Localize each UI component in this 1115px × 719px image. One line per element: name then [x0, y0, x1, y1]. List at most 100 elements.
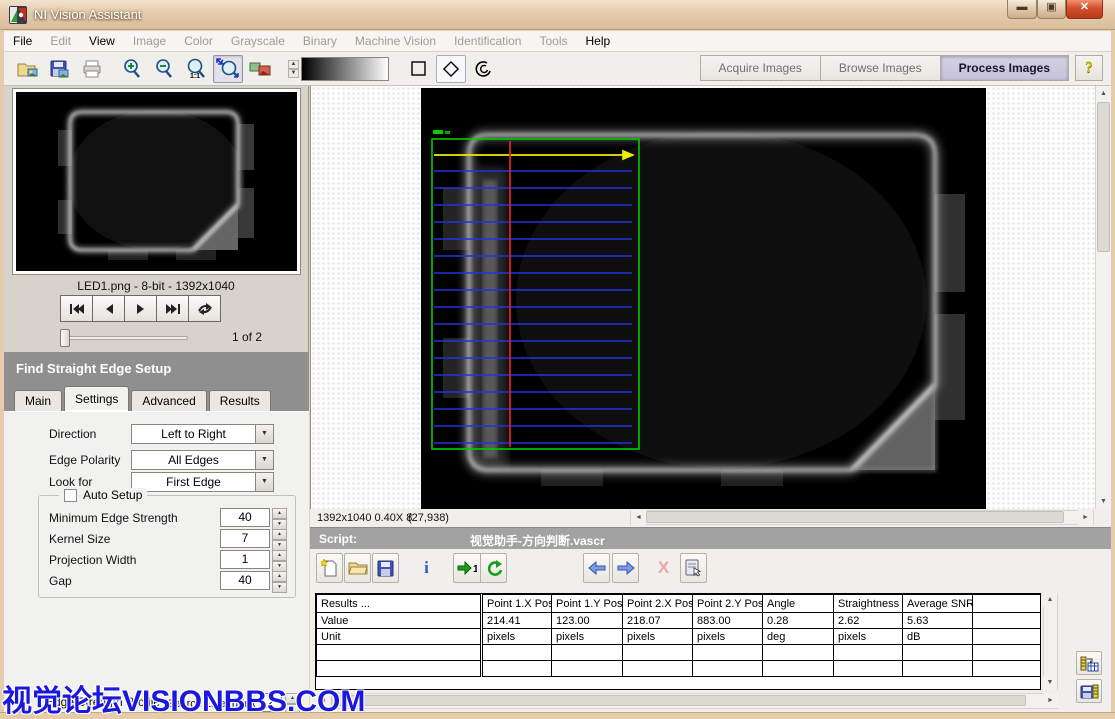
- roi-rectangle-icon[interactable]: [404, 55, 434, 83]
- close-button[interactable]: ✕: [1066, 0, 1103, 19]
- results-header-cell[interactable]: Point 1.Y Pos: [552, 595, 623, 613]
- image-position-slider[interactable]: [62, 336, 188, 340]
- roi-rotated-rect-icon[interactable]: [436, 55, 466, 83]
- results-cell[interactable]: [317, 661, 482, 677]
- process-images-button[interactable]: Process Images: [940, 55, 1069, 81]
- results-vertical-scrollbar[interactable]: ▲ ▼: [1043, 593, 1058, 690]
- chevron-down-icon[interactable]: ▼: [255, 451, 273, 469]
- menu-item-grayscale[interactable]: Grayscale: [222, 31, 294, 51]
- results-cell[interactable]: [973, 629, 1041, 645]
- results-cell[interactable]: [763, 661, 834, 677]
- results-cell[interactable]: [482, 645, 552, 661]
- zoom-out-icon[interactable]: [149, 55, 179, 83]
- menu-item-image[interactable]: Image: [124, 31, 175, 51]
- scroll-up-icon[interactable]: ▲: [1096, 86, 1111, 101]
- results-cell[interactable]: [317, 645, 482, 661]
- results-cell[interactable]: [482, 661, 552, 677]
- results-cell[interactable]: Value: [317, 613, 482, 629]
- results-cell[interactable]: [973, 645, 1041, 661]
- results-header-cell[interactable]: Point 2.Y Pos: [693, 595, 763, 613]
- slider-thumb[interactable]: [60, 329, 70, 347]
- menu-item-tools[interactable]: Tools: [530, 31, 576, 51]
- menu-item-color[interactable]: Color: [175, 31, 222, 51]
- contrast-spinner[interactable]: ▲▼: [288, 60, 299, 78]
- led-main-image[interactable]: [421, 88, 986, 509]
- delete-step-icon[interactable]: X: [650, 553, 677, 583]
- results-header-cell[interactable]: Results ...: [317, 595, 482, 613]
- results-cell[interactable]: Unit: [317, 629, 482, 645]
- results-header-cell[interactable]: Angle: [763, 595, 834, 613]
- results-cell[interactable]: [552, 645, 623, 661]
- edge-polarity-select[interactable]: All Edges ▼: [131, 450, 274, 470]
- menu-item-edit[interactable]: Edit: [41, 31, 80, 51]
- results-cell[interactable]: 5.63: [903, 613, 973, 629]
- menu-item-view[interactable]: View: [80, 31, 124, 51]
- results-header-cell[interactable]: [973, 595, 1041, 613]
- new-script-icon[interactable]: [316, 553, 343, 583]
- results-header-cell[interactable]: Point 2.X Pos: [623, 595, 693, 613]
- results-cell[interactable]: [973, 661, 1041, 677]
- maximize-button[interactable]: ▣: [1037, 0, 1066, 19]
- zoom-to-fit-icon[interactable]: [213, 55, 243, 83]
- scroll-right-icon[interactable]: ►: [1043, 693, 1058, 708]
- results-cell[interactable]: [552, 661, 623, 677]
- tab-results[interactable]: Results: [209, 390, 271, 411]
- results-cell[interactable]: [763, 645, 834, 661]
- send-results-to-table-icon[interactable]: [1076, 651, 1102, 675]
- save-script-icon[interactable]: [372, 553, 399, 583]
- step-back-icon[interactable]: [583, 553, 610, 583]
- results-header-cell[interactable]: Point 1.X Pos: [482, 595, 552, 613]
- next-image-icon[interactable]: [124, 295, 157, 322]
- open-image-icon[interactable]: [13, 55, 43, 83]
- print-icon[interactable]: [77, 55, 107, 83]
- results-cell[interactable]: pixels: [482, 629, 552, 645]
- scroll-down-icon[interactable]: ▼: [1096, 494, 1111, 509]
- direction-select[interactable]: Left to Right ▼: [131, 424, 274, 444]
- results-cell[interactable]: [693, 661, 763, 677]
- param-value-input[interactable]: 40: [220, 571, 270, 590]
- tab-advanced[interactable]: Advanced: [131, 390, 206, 411]
- image-display-area[interactable]: ▲ ▼: [310, 86, 1111, 509]
- acquire-images-button[interactable]: Acquire Images: [700, 55, 820, 81]
- results-cell[interactable]: [693, 645, 763, 661]
- results-cell[interactable]: 883.00: [693, 613, 763, 629]
- results-cell[interactable]: 123.00: [552, 613, 623, 629]
- step-forward-icon[interactable]: [612, 553, 639, 583]
- save-results-icon[interactable]: [1076, 679, 1102, 703]
- param-value-input[interactable]: 7: [220, 529, 270, 548]
- menu-item-file[interactable]: File: [4, 31, 41, 51]
- param-value-input[interactable]: 1: [220, 550, 270, 569]
- last-image-icon[interactable]: [156, 295, 189, 322]
- image-horizontal-scrollbar[interactable]: ◄ ►: [630, 510, 1094, 525]
- scroll-up-icon[interactable]: ▲: [1043, 593, 1057, 607]
- first-image-icon[interactable]: [60, 295, 93, 322]
- edit-step-icon[interactable]: [680, 553, 707, 583]
- image-vertical-scrollbar[interactable]: ▲ ▼: [1095, 86, 1111, 509]
- param-value-input[interactable]: 40: [220, 508, 270, 527]
- info-icon[interactable]: i: [413, 553, 440, 583]
- results-cell[interactable]: [834, 645, 903, 661]
- results-cell[interactable]: [834, 661, 903, 677]
- compare-images-icon[interactable]: [245, 55, 275, 83]
- results-cell[interactable]: [903, 645, 973, 661]
- look-for-select[interactable]: First Edge ▼: [131, 472, 274, 492]
- results-cell[interactable]: 214.41: [482, 613, 552, 629]
- results-cell[interactable]: [623, 661, 693, 677]
- auto-setup-checkbox[interactable]: [64, 489, 77, 502]
- results-horizontal-scrollbar[interactable]: ◄ ►: [315, 693, 1058, 709]
- results-cell[interactable]: pixels: [623, 629, 693, 645]
- chevron-down-icon[interactable]: ▼: [255, 473, 273, 491]
- results-cell[interactable]: pixels: [834, 629, 903, 645]
- results-cell[interactable]: pixels: [552, 629, 623, 645]
- zoom-1-1-icon[interactable]: 1:1: [181, 55, 211, 83]
- browse-images-button[interactable]: Browse Images: [820, 55, 940, 81]
- results-header-cell[interactable]: Average SNR: [903, 595, 973, 613]
- previous-image-icon[interactable]: [92, 295, 125, 322]
- zoom-in-icon[interactable]: [117, 55, 147, 83]
- help-button[interactable]: ?: [1075, 55, 1103, 81]
- param-spinner[interactable]: ▲▼: [272, 529, 287, 548]
- menu-item-identification[interactable]: Identification: [445, 31, 530, 51]
- menu-item-machine-vision[interactable]: Machine Vision: [346, 31, 445, 51]
- results-cell[interactable]: [623, 645, 693, 661]
- tab-main[interactable]: Main: [14, 390, 62, 411]
